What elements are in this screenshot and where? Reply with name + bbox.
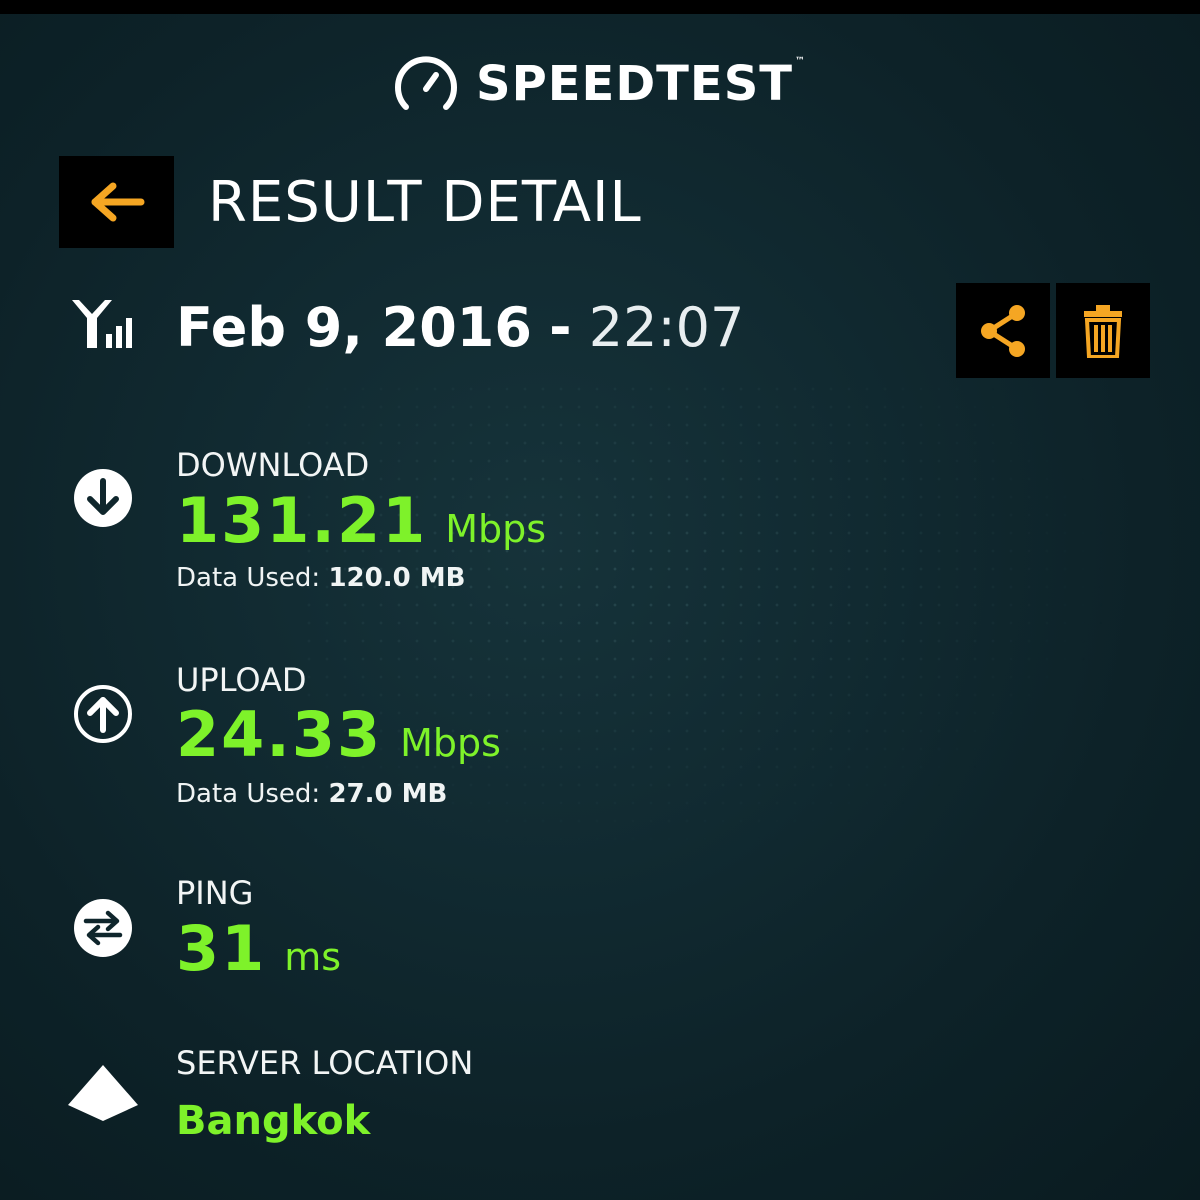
result-date: Feb 9, 2016 xyxy=(176,296,532,359)
arrow-left-icon xyxy=(91,182,144,222)
server-diamond-icon xyxy=(66,1063,140,1129)
upload-data-used-value: 27.0 MB xyxy=(328,779,448,809)
arrow-down-circle-icon xyxy=(72,467,134,533)
upload-speed: 24.33 Mbps xyxy=(176,698,501,771)
server-location-value: Bangkok xyxy=(176,1098,371,1144)
download-data-used-label: Data Used: xyxy=(176,563,321,593)
download-unit: Mbps xyxy=(445,507,547,551)
share-icon xyxy=(981,304,1025,357)
speedometer-icon xyxy=(395,56,457,110)
status-bar xyxy=(0,0,1200,14)
delete-button[interactable] xyxy=(1056,283,1150,378)
upload-value: 24.33 xyxy=(176,698,383,771)
speedtest-logo: SPEEDTEST ™ xyxy=(394,52,806,116)
upload-unit: Mbps xyxy=(400,721,501,765)
arrow-up-circle-icon xyxy=(72,683,134,749)
upload-data-used-label: Data Used: xyxy=(176,779,321,809)
ping-value: 31 xyxy=(176,912,267,985)
trademark: ™ xyxy=(795,56,807,67)
upload-label: UPLOAD xyxy=(176,661,307,699)
trash-icon xyxy=(1084,304,1122,358)
logo-text: SPEEDTEST ™ xyxy=(476,56,807,112)
download-label: DOWNLOAD xyxy=(176,446,370,484)
download-data-used: Data Used: 120.0 MB xyxy=(176,563,465,593)
share-button[interactable] xyxy=(956,283,1050,378)
ping-arrows-icon xyxy=(72,897,134,963)
ping-label: PING xyxy=(176,874,254,912)
upload-data-used: Data Used: 27.0 MB xyxy=(176,779,447,809)
download-speed: 131.21 Mbps xyxy=(176,484,546,557)
download-value: 131.21 xyxy=(176,484,428,557)
download-data-used-value: 120.0 MB xyxy=(328,563,466,593)
cell-signal-icon xyxy=(70,296,140,356)
ping-result: 31 ms xyxy=(176,912,341,985)
result-datetime: Feb 9, 2016 - 22:07 xyxy=(176,296,744,359)
server-location-label: SERVER LOCATION xyxy=(176,1044,474,1082)
ping-unit: ms xyxy=(284,935,342,979)
page-title: RESULT DETAIL xyxy=(208,170,642,235)
result-time: 22:07 xyxy=(588,296,745,359)
back-button[interactable] xyxy=(59,156,174,248)
datetime-separator: - xyxy=(549,296,572,359)
